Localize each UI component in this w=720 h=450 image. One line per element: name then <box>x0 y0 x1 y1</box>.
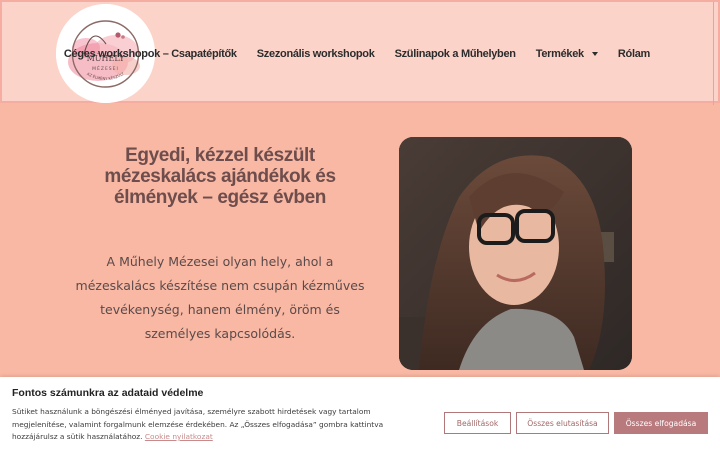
portrait-photo <box>399 137 632 370</box>
accept-all-button[interactable]: Összes elfogadása <box>614 412 708 434</box>
page: MŰHELY MÉZESEI AZ ÉLMÉNY KÉSZÜLT Céges w… <box>0 0 720 450</box>
nav-item-rolam[interactable]: Rólam <box>618 48 650 60</box>
cookie-consent-bar: Fontos számunkra az adataid védelme Süti… <box>0 377 720 450</box>
cookie-title: Fontos számunkra az adataid védelme <box>12 387 204 399</box>
divider <box>713 2 714 105</box>
cookie-text: Sütiket használunk a böngészési élményed… <box>12 407 384 441</box>
cookie-settings-button[interactable]: Beállítások <box>444 412 511 434</box>
main-nav: Céges workshopok – Csapatépítők Szezonál… <box>64 2 718 105</box>
nav-item-termekek[interactable]: Termékek <box>536 48 598 60</box>
reject-all-button[interactable]: Összes elutasítása <box>516 412 609 434</box>
cookie-policy-link[interactable]: Cookie nyilatkozat <box>145 432 213 441</box>
hero-title: Egyedi, kézzel készült mézeskalács ajánd… <box>104 145 336 208</box>
nav-item-szezonalis-workshopok[interactable]: Szezonális workshopok <box>257 48 375 60</box>
hero-description: A Műhely Mézesei olyan hely, ahol a méze… <box>75 254 365 341</box>
nav-item-ceges-workshopok[interactable]: Céges workshopok – Csapatépítők <box>64 48 237 60</box>
chevron-down-icon <box>591 51 598 56</box>
nav-item-szulinapok[interactable]: Szülinapok a Műhelyben <box>395 48 516 60</box>
site-header: MŰHELY MÉZESEI AZ ÉLMÉNY KÉSZÜLT Céges w… <box>0 0 720 105</box>
